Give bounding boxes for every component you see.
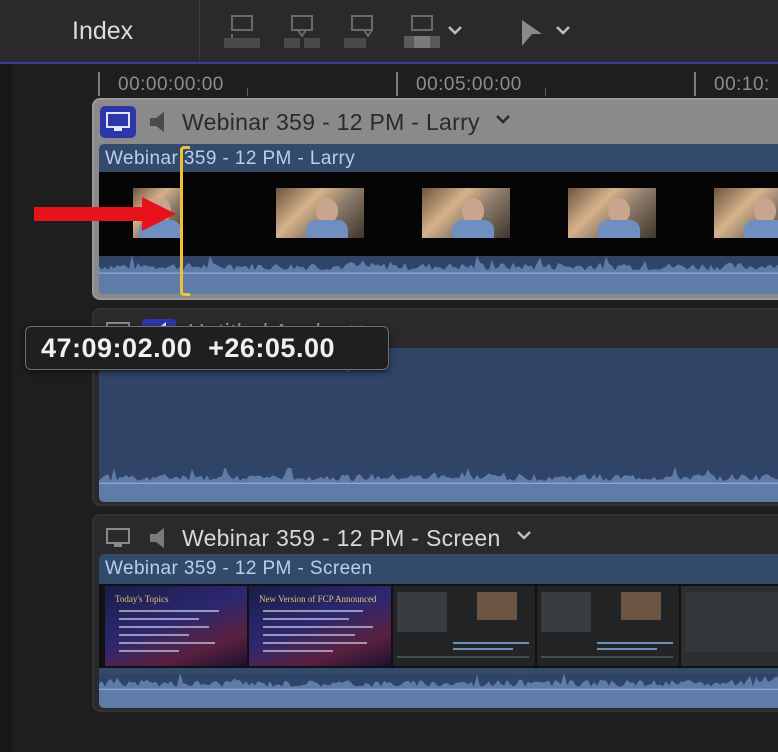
angle-menu-chevron-icon[interactable] [494, 113, 512, 132]
ruler-label-2: 00:10: [714, 74, 770, 95]
audio-clip-larry[interactable]: Webinar 359 - 12 PM - Larry [99, 348, 778, 502]
angle-selection-marker [180, 146, 190, 296]
overwrite-clip-icon[interactable] [402, 14, 442, 50]
ruler-tick [98, 72, 100, 96]
speaker-icon[interactable] [148, 109, 170, 135]
timecode-tooltip: 47:09:02.00 +26:05.00 [25, 326, 389, 370]
angle-lane-screen[interactable]: Webinar 359 - 12 PM - Screen Webinar 359… [92, 514, 778, 712]
insert-clip-icon[interactable] [282, 14, 322, 50]
select-tool-icon[interactable] [520, 18, 544, 48]
append-clip-icon[interactable] [342, 14, 382, 50]
tools-chevron-icon[interactable] [554, 24, 572, 38]
speaker-icon[interactable] [148, 525, 170, 551]
connect-clip-icon[interactable] [222, 14, 262, 50]
ruler-label-1: 00:05:00:00 [416, 74, 522, 95]
slide-thumbnail: New Version of FCP Announced [249, 586, 391, 666]
angle-title: Webinar 359 - 12 PM - Screen [182, 524, 501, 551]
audio-waveform [99, 256, 778, 294]
screen-app-thumbnail [681, 586, 778, 666]
ruler-tick [545, 88, 546, 96]
timeline-ruler[interactable]: 00:00:00:00 00:05:00:00 00:10: [92, 64, 778, 98]
angle-lane-larry[interactable]: Webinar 359 - 12 PM - Larry Webinar 359 … [92, 98, 778, 300]
edit-options-chevron-icon[interactable] [446, 24, 464, 38]
ruler-label-0: 00:00:00:00 [118, 74, 224, 95]
tooltip-timecode: 47:09:02.00 [41, 332, 193, 363]
slide-title: New Version of FCP Announced [259, 594, 377, 604]
index-button[interactable]: Index [0, 0, 200, 62]
slide-title: Today's Topics [115, 594, 169, 604]
video-monitor-icon[interactable] [100, 106, 136, 138]
ruler-tick [694, 72, 696, 96]
slide-thumbnail: Today's Topics [105, 586, 247, 666]
video-filmstrip: Today's Topics New Version of FCP Announ… [99, 584, 778, 668]
video-thumbnail [714, 188, 778, 238]
video-thumbnail [422, 188, 510, 238]
angle-title: Webinar 359 - 12 PM - Larry [182, 108, 480, 135]
angle-header: Webinar 359 - 12 PM - Larry [94, 100, 778, 144]
angle-menu-chevron-icon[interactable] [515, 529, 533, 548]
clip-name: Webinar 359 - 12 PM - Screen [105, 558, 373, 579]
video-thumbnail [276, 188, 364, 238]
video-thumbnail [568, 188, 656, 238]
ruler-tick [396, 72, 398, 96]
index-label: Index [72, 16, 134, 45]
tooltip-offset: +26:05.00 [208, 332, 335, 363]
red-arrow-annotation-icon [34, 197, 176, 236]
timeline-toolbar: Index [0, 0, 778, 64]
clip-name: Webinar 359 - 12 PM - Larry [105, 148, 356, 169]
screen-app-thumbnail [537, 586, 679, 666]
video-filmstrip [99, 172, 778, 256]
audio-waveform [99, 468, 778, 502]
video-monitor-icon[interactable] [100, 522, 136, 554]
ruler-tick [247, 88, 248, 96]
video-clip-larry[interactable]: Webinar 359 - 12 PM - Larry [99, 144, 778, 294]
screen-app-thumbnail [393, 586, 535, 666]
timeline-left-margin [0, 64, 12, 752]
video-clip-screen[interactable]: Webinar 359 - 12 PM - Screen Today's Top… [99, 554, 778, 708]
audio-waveform [99, 674, 778, 708]
